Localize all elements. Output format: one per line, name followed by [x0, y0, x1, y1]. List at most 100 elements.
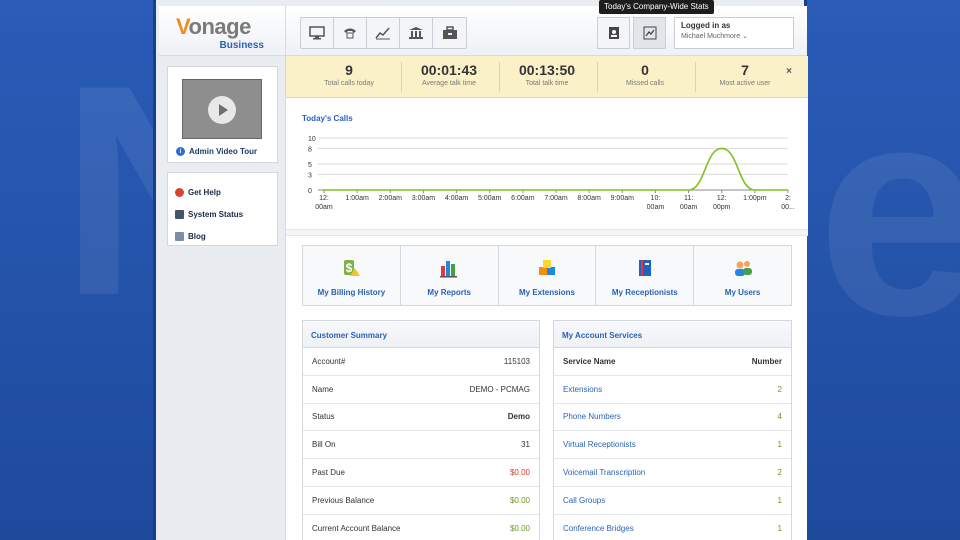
blog-label: Blog: [188, 231, 206, 241]
stat-missed-calls: 0 Missed calls: [600, 62, 690, 87]
address-book-button[interactable]: [597, 17, 630, 49]
calls-series-line: [324, 147, 788, 191]
service-count: 2: [777, 384, 782, 394]
x-tick-label: 00am: [680, 204, 698, 211]
stat-label: Average talk time: [422, 80, 476, 87]
cubes-icon: [538, 260, 555, 275]
summary-row: Status Demo: [303, 404, 539, 432]
summary-label: Bill On: [312, 440, 336, 450]
service-link[interactable]: Conference Bridges: [563, 524, 634, 533]
blog-icon: [175, 231, 184, 241]
stats-tooltip: Today's Company-Wide Stats: [599, 0, 714, 14]
service-count: 4: [777, 412, 782, 422]
background-right-panel: e: [807, 0, 960, 540]
y-tick-label: 5: [308, 162, 312, 169]
service-link[interactable]: Extensions: [563, 385, 602, 394]
system-status-link[interactable]: System Status: [175, 203, 270, 225]
play-icon[interactable]: [208, 96, 236, 124]
nav-reports-button[interactable]: [367, 18, 400, 48]
quick-links: $ My Billing History My Reports My Exten…: [302, 245, 792, 306]
service-row: Conference Bridges 1: [554, 515, 791, 540]
stat-label: Total calls today: [324, 80, 374, 87]
service-row: Voicemail Transcription 2: [554, 459, 791, 487]
nav-phone-button[interactable]: [334, 18, 367, 48]
svg-text:$: $: [346, 261, 353, 275]
bank-icon: [409, 27, 423, 39]
header-divider: [285, 6, 286, 56]
summary-value: $0.00: [509, 468, 530, 478]
stat-divider: [401, 62, 402, 92]
summary-row: Previous Balance $0.00: [303, 487, 539, 515]
summary-row: Account# 115103: [303, 348, 539, 376]
briefcase-icon: [442, 26, 457, 39]
company-stats-button[interactable]: [633, 17, 666, 49]
summary-value: 115103: [503, 356, 530, 366]
summary-row: Past Due $0.00: [303, 459, 539, 487]
summary-value: $0.00: [509, 495, 530, 505]
dollar-icon: $: [344, 260, 361, 276]
stat-value: 7: [741, 62, 749, 78]
reports-link[interactable]: My Reports: [401, 246, 499, 305]
stat-divider: [499, 62, 500, 92]
extensions-label: My Extensions: [518, 288, 575, 297]
video-thumbnail[interactable]: [182, 79, 262, 139]
summary-label: Previous Balance: [312, 495, 375, 505]
vonage-logo[interactable]: Vonage Business: [176, 14, 276, 54]
user-name[interactable]: Michael Muchmore ⌄: [681, 32, 787, 40]
sidebar-links: Get Help System Status Blog: [167, 172, 278, 246]
company-stats-bar: 9 Total calls today 00:01:43 Average tal…: [286, 56, 808, 98]
user-menu[interactable]: Logged in as Michael Muchmore ⌄: [674, 17, 794, 49]
services-header-row: Service Name Number: [554, 348, 791, 376]
x-tick-label: 12:: [717, 195, 727, 202]
background-left-panel: N: [0, 0, 277, 540]
x-tick-label: 3:00am: [412, 195, 436, 202]
stat-divider: [695, 62, 696, 92]
stat-average-talk-time: 00:01:43 Average talk time: [404, 62, 494, 87]
x-tick-label: 12:: [319, 195, 329, 202]
x-tick-label: 4:00am: [445, 195, 469, 202]
nav-billing-button[interactable]: [400, 18, 433, 48]
x-tick-label: 6:00am: [511, 195, 535, 202]
service-row: Phone Numbers 4: [554, 404, 791, 432]
nav-store-button[interactable]: [433, 18, 466, 48]
users-link[interactable]: My Users: [694, 246, 791, 305]
reports-label: My Reports: [427, 288, 471, 297]
service-link[interactable]: Voicemail Transcription: [563, 468, 645, 477]
stats-icon: [643, 26, 656, 40]
chart-title: Today's Calls: [302, 114, 353, 123]
users-label: My Users: [724, 288, 761, 297]
y-tick-label: 8: [308, 146, 312, 153]
x-tick-label: 7:00am: [544, 195, 568, 202]
service-row: Extensions 2: [554, 376, 791, 404]
stat-label: Total talk time: [525, 80, 569, 87]
todays-calls-chart: Today's Calls 10 8 5 3 0 12: 00am 1:00am 2:00am 3…: [286, 98, 808, 230]
get-help-link[interactable]: Get Help: [175, 181, 270, 203]
summary-label: Account#: [312, 356, 346, 366]
service-link[interactable]: Phone Numbers: [563, 412, 621, 421]
service-row: Call Groups 1: [554, 487, 791, 515]
customer-summary-panel: Customer Summary Account# 115103 Name DE…: [302, 320, 540, 540]
calls-line-chart: 10853012:00am1:00am 2:00am 3:00am 4:00am 5:0…: [308, 136, 795, 211]
line-chart-icon: [375, 27, 390, 40]
admin-video-tour-link[interactable]: i Admin Video Tour: [176, 147, 257, 156]
close-stats-button[interactable]: ×: [786, 66, 792, 77]
service-link[interactable]: Call Groups: [563, 496, 605, 505]
y-tick-label: 3: [308, 172, 312, 179]
extensions-link[interactable]: My Extensions: [499, 246, 597, 305]
service-link[interactable]: Virtual Receptionists: [563, 440, 636, 449]
phone-icon: [344, 28, 356, 39]
billing-history-link[interactable]: $ My Billing History: [303, 246, 401, 305]
service-count: 2: [777, 468, 782, 478]
blog-link[interactable]: Blog: [175, 225, 270, 247]
summary-value: $0.00: [509, 523, 530, 533]
account-services-title: My Account Services: [554, 321, 791, 348]
x-tick-label: 2:: [785, 195, 791, 202]
summary-value: 31: [521, 440, 530, 450]
admin-video-tour-label: Admin Video Tour: [189, 147, 258, 156]
x-tick-label: 8:00am: [577, 195, 601, 202]
receptionists-link[interactable]: My Receptionists: [596, 246, 695, 305]
section-divider: [286, 230, 808, 236]
nav-computer-button[interactable]: [301, 18, 334, 48]
left-sidebar: i Admin Video Tour Get Help System Statu…: [159, 56, 284, 540]
stat-label: Missed calls: [625, 80, 665, 87]
